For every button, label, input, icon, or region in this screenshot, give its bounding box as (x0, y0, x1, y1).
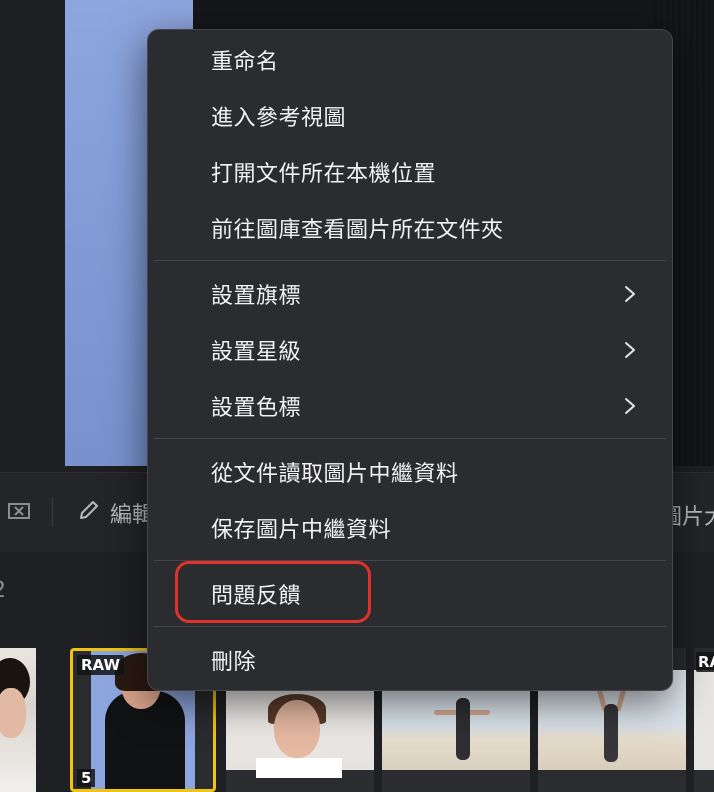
menu-item-label: 從文件讀取圖片中繼資料 (211, 462, 459, 487)
menu-item-label: 刪除 (211, 650, 257, 675)
menu-item-set-color-label[interactable]: 設置色標 (154, 382, 666, 430)
menu-item-rename[interactable]: 重命名 (154, 36, 666, 84)
menu-item-label: 問題反饋 (211, 584, 302, 609)
menu-item-save-metadata[interactable]: 保存圖片中繼資料 (154, 504, 666, 552)
menu-separator (154, 260, 666, 261)
menu-item-label: 設置色標 (211, 396, 302, 421)
menu-item-feedback[interactable]: 問題反饋 (154, 570, 666, 618)
raw-badge: RAW (77, 655, 125, 675)
menu-item-label: 保存圖片中繼資料 (211, 518, 392, 543)
menu-separator (154, 438, 666, 439)
app-window: 編輯 圖片大 2 RAW 5 (0, 0, 714, 792)
flag-x-icon[interactable] (6, 501, 32, 523)
chevron-right-icon (620, 396, 640, 416)
pencil-icon (76, 497, 102, 529)
menu-item-label: 設置旗標 (211, 284, 302, 309)
menu-item-delete[interactable]: 刪除 (154, 636, 666, 684)
menu-item-reference-view[interactable]: 進入參考視圖 (154, 92, 666, 140)
thumbnail-image (0, 648, 36, 792)
menu-item-label: 打開文件所在本機位置 (211, 162, 437, 187)
menu-separator (154, 626, 666, 627)
menu-item-label: 進入參考視圖 (211, 106, 347, 131)
menu-item-set-rating[interactable]: 設置星級 (154, 326, 666, 374)
filmstrip-thumbnail[interactable]: RA (694, 648, 714, 792)
menu-separator (154, 560, 666, 561)
raw-badge: RA (696, 652, 714, 672)
context-menu: 重命名 進入參考視圖 打開文件所在本機位置 前往圖庫查看圖片所在文件夾 設置旗標… (147, 29, 673, 691)
image-count: 2 (0, 578, 6, 603)
menu-item-label: 前往圖庫查看圖片所在文件夾 (211, 218, 504, 243)
thumbnail-image (694, 670, 714, 770)
menu-item-label: 設置星級 (211, 340, 302, 365)
menu-item-set-flag[interactable]: 設置旗標 (154, 270, 666, 318)
menu-item-open-file-location[interactable]: 打開文件所在本機位置 (154, 148, 666, 196)
edit-button[interactable]: 編輯 (76, 497, 154, 529)
menu-item-read-metadata[interactable]: 從文件讀取圖片中繼資料 (154, 448, 666, 496)
index-badge: 5 (77, 769, 96, 787)
chevron-right-icon (620, 284, 640, 304)
filmstrip-thumbnail[interactable] (0, 648, 36, 792)
chevron-right-icon (620, 340, 640, 360)
menu-item-go-to-library-folder[interactable]: 前往圖庫查看圖片所在文件夾 (154, 204, 666, 252)
menu-item-label: 重命名 (211, 50, 279, 75)
toolbar-divider (52, 497, 53, 527)
